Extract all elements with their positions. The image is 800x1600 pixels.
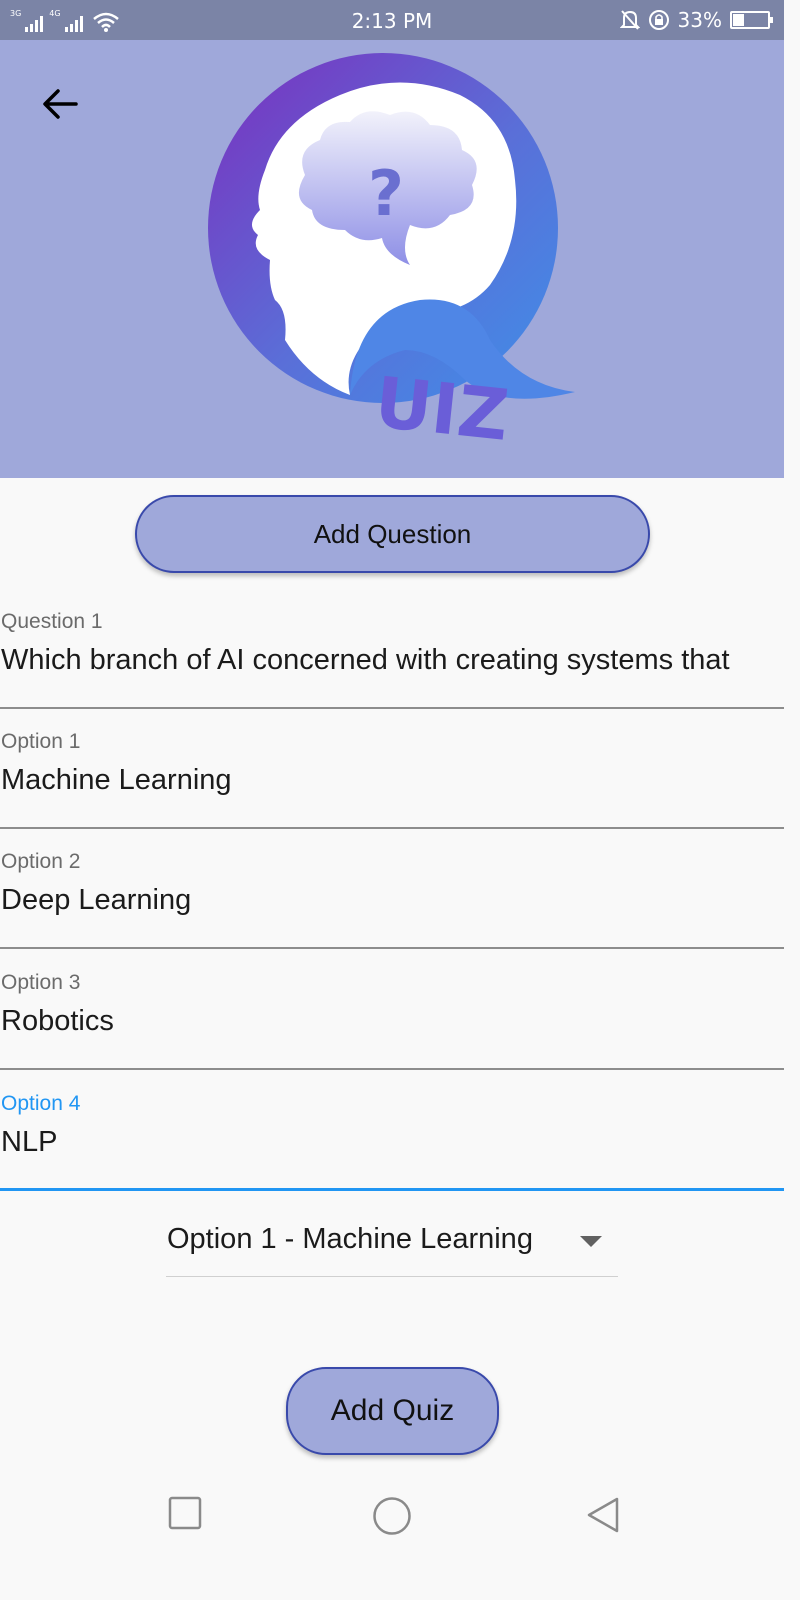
option-field-label: Option 4 — [1, 1092, 81, 1115]
option-field-label: Option 2 — [1, 850, 81, 873]
battery-fill — [733, 14, 744, 26]
option-3-field[interactable]: Option 3 Robotics — [0, 959, 784, 1070]
header-banner: ? UIZ — [0, 40, 784, 478]
question-field-value: Which branch of AI concerned with creati… — [1, 644, 730, 676]
arrow-left-icon[interactable] — [36, 80, 84, 128]
home-icon[interactable] — [372, 1496, 412, 1536]
status-bar: 3G 4G 2:13 PM 33% — [0, 0, 784, 40]
option-field-value: Robotics — [1, 1005, 114, 1037]
caret-down-icon — [580, 1236, 602, 1247]
option-field-label: Option 1 — [1, 730, 81, 753]
logo-text: UIZ — [371, 361, 512, 450]
option-field-value: NLP — [1, 1126, 58, 1158]
question-field[interactable]: Question 1 Which branch of AI concerned … — [0, 598, 784, 709]
option-field-value: Deep Learning — [1, 884, 192, 916]
option-4-field[interactable]: Option 4 NLP — [0, 1080, 784, 1191]
back-triangle-icon[interactable] — [584, 1496, 622, 1534]
option-field-label: Option 3 — [1, 971, 81, 994]
add-quiz-button[interactable]: Add Quiz — [286, 1367, 499, 1455]
quiz-logo: ? UIZ — [208, 53, 575, 450]
question-mark-glyph: ? — [368, 157, 404, 230]
option-field-value: Machine Learning — [1, 764, 232, 796]
recent-apps-icon[interactable] — [168, 1496, 202, 1530]
add-question-button[interactable]: Add Question — [135, 495, 650, 573]
bell-off-icon — [619, 10, 640, 30]
battery-icon — [730, 11, 773, 29]
question-field-label: Question 1 — [1, 610, 103, 633]
correct-answer-dropdown[interactable]: Option 1 - Machine Learning — [166, 1214, 618, 1277]
option-1-field[interactable]: Option 1 Machine Learning — [0, 718, 784, 829]
system-navigation-bar — [0, 1470, 784, 1568]
option-2-field[interactable]: Option 2 Deep Learning — [0, 838, 784, 949]
battery-percent: 33% — [677, 8, 722, 32]
dropdown-selected-value: Option 1 - Machine Learning — [167, 1223, 533, 1255]
rotation-lock-icon — [648, 10, 669, 30]
